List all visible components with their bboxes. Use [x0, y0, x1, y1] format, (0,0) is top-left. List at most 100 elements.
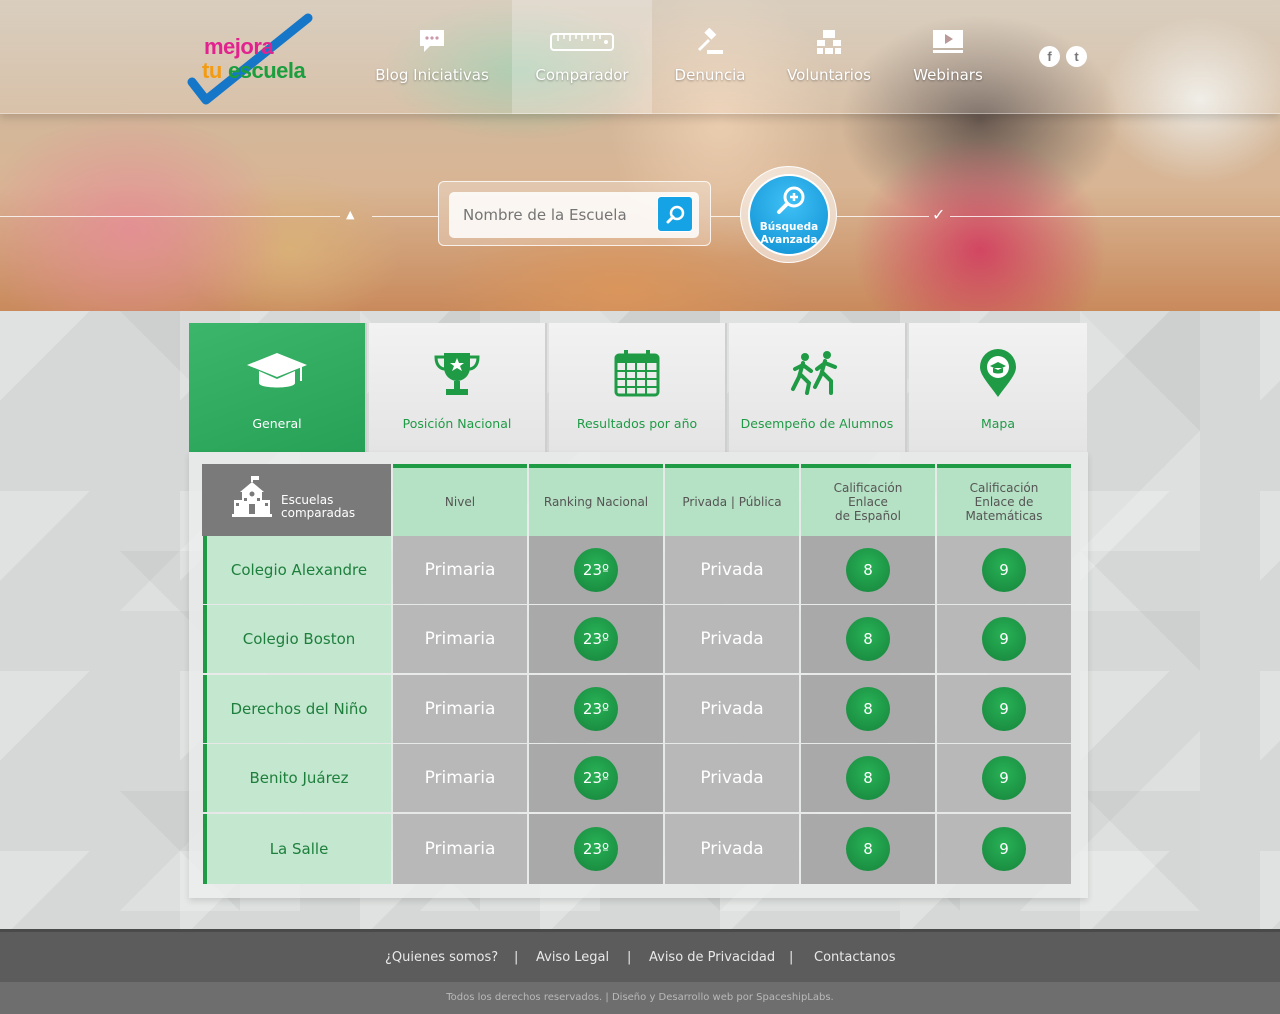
nav-comparador[interactable]: Comparador	[512, 0, 652, 114]
school-name[interactable]: La Salle	[203, 814, 391, 884]
cell-ranking: 23º	[529, 536, 663, 604]
divider-right-short	[837, 216, 929, 217]
trophy-icon	[432, 349, 482, 403]
score-badge: 8	[846, 617, 890, 661]
site-logo[interactable]: mejora tu escuela	[186, 12, 316, 106]
footer-link-quienes-somos[interactable]: ¿Quienes somos?	[385, 950, 498, 965]
cell-espanol: 8	[801, 744, 935, 812]
nav-blog-iniciativas[interactable]: Blog Iniciativas	[352, 0, 512, 114]
school-name[interactable]: Derechos del Niño	[203, 675, 391, 743]
tab-label: Desempeño de Alumnos	[740, 416, 894, 431]
footer-link-aviso-privacidad[interactable]: Aviso de Privacidad	[649, 950, 775, 965]
cell-nivel: Primaria	[393, 605, 527, 673]
tab-general[interactable]: General	[189, 323, 367, 452]
tab-label: Resultados por año	[576, 416, 698, 431]
tab-desempeno-alumnos[interactable]: Desempeño de Alumnos	[729, 323, 907, 452]
video-icon	[932, 28, 964, 60]
footer-nav: ¿Quienes somos? | Aviso Legal | Aviso de…	[0, 929, 1280, 982]
cell-matematicas: 9	[937, 814, 1071, 884]
score-badge: 23º	[574, 756, 618, 800]
running-people-icon	[789, 349, 845, 401]
search-button[interactable]	[657, 196, 693, 232]
corner-label-line2: comparadas	[281, 506, 356, 520]
cell-tipo: Privada	[665, 675, 799, 743]
graduation-cap-icon: ▲	[346, 208, 355, 221]
comparison-panel: Escuelas comparadas Nivel Ranking Nacion…	[189, 452, 1088, 898]
nav-webinars[interactable]: Webinars	[890, 0, 1006, 114]
cell-nivel: Primaria	[393, 536, 527, 604]
column-header-matematicas: Calificación Enlace de Matemáticas	[937, 464, 1071, 536]
score-badge: 23º	[574, 617, 618, 661]
copyright-text: Todos los derechos reservados. | Diseño …	[0, 982, 1280, 1014]
score-badge: 23º	[574, 548, 618, 592]
cell-tipo: Privada	[665, 536, 799, 604]
check-icon: ✓	[932, 205, 946, 224]
nav-label: Webinars	[913, 66, 983, 84]
search-icon	[666, 205, 685, 224]
twitter-icon[interactable]: t	[1066, 46, 1087, 67]
score-badge: 23º	[574, 687, 618, 731]
nav-label: Voluntarios	[787, 66, 871, 84]
cell-ranking: 23º	[529, 675, 663, 743]
advanced-search-button[interactable]: Búsqueda Avanzada	[748, 174, 830, 256]
tab-label: Posición Nacional	[402, 416, 512, 431]
school-name[interactable]: Colegio Alexandre	[203, 536, 391, 604]
score-badge: 9	[982, 827, 1026, 871]
nav-label: Comparador	[535, 66, 629, 84]
footer-link-contactanos[interactable]: Contactanos	[814, 950, 896, 965]
cell-tipo: Privada	[665, 814, 799, 884]
chat-bubble-icon	[418, 28, 446, 58]
score-badge: 8	[846, 756, 890, 800]
ruler-icon	[550, 32, 614, 56]
school-building-icon	[232, 476, 272, 517]
tab-posicion-nacional[interactable]: Posición Nacional	[369, 323, 547, 452]
cell-espanol: 8	[801, 675, 935, 743]
cell-tipo: Privada	[665, 744, 799, 812]
hero-banner: mejora tu escuela Blog Iniciativas Compa…	[0, 0, 1280, 311]
nav-label: Denuncia	[674, 66, 746, 84]
advanced-label-line1: Búsqueda	[759, 221, 819, 233]
search-box	[438, 181, 711, 246]
schools-compared-label: Escuelas comparadas	[281, 494, 355, 520]
cell-nivel: Primaria	[393, 814, 527, 884]
section-tabs: General Posición Nacional Resultados por…	[189, 323, 1088, 452]
main-content: General Posición Nacional Resultados por…	[0, 311, 1280, 929]
score-badge: 9	[982, 687, 1026, 731]
advanced-label-line2: Avanzada	[760, 234, 818, 246]
calendar-icon	[614, 349, 660, 401]
divider-mid	[711, 216, 740, 217]
group-icon	[815, 28, 843, 60]
school-name[interactable]: Colegio Boston	[203, 605, 391, 673]
cell-nivel: Primaria	[393, 744, 527, 812]
cell-espanol: 8	[801, 536, 935, 604]
nav-label: Blog Iniciativas	[375, 66, 489, 84]
advanced-search-ring: Búsqueda Avanzada	[740, 166, 837, 263]
logo-text-escuela: escuela	[228, 58, 306, 83]
footer-separator: |	[789, 950, 794, 965]
nav-voluntarios[interactable]: Voluntarios	[768, 0, 890, 114]
schools-compared-header: Escuelas comparadas	[202, 464, 391, 548]
footer-link-aviso-legal[interactable]: Aviso Legal	[536, 950, 609, 965]
nav-denuncia[interactable]: Denuncia	[652, 0, 768, 114]
column-header-tipo: Privada | Pública	[665, 464, 799, 536]
cell-tipo: Privada	[665, 605, 799, 673]
score-badge: 8	[846, 687, 890, 731]
cell-ranking: 23º	[529, 744, 663, 812]
cell-matematicas: 9	[937, 744, 1071, 812]
tab-mapa[interactable]: Mapa	[909, 323, 1087, 452]
cell-matematicas: 9	[937, 605, 1071, 673]
facebook-icon[interactable]: f	[1039, 46, 1060, 67]
school-name[interactable]: Benito Juárez	[203, 744, 391, 812]
column-header-nivel: Nivel	[393, 464, 527, 536]
cell-espanol: 8	[801, 814, 935, 884]
cell-espanol: 8	[801, 605, 935, 673]
score-badge: 23º	[574, 827, 618, 871]
score-badge: 9	[982, 617, 1026, 661]
footer-separator: |	[627, 950, 632, 965]
cell-nivel: Primaria	[393, 675, 527, 743]
footer-separator: |	[514, 950, 519, 965]
tab-resultados-por-ano[interactable]: Resultados por año	[549, 323, 727, 452]
logo-text-tu: tu	[202, 58, 222, 83]
divider-left-short	[372, 216, 438, 217]
gavel-icon	[695, 27, 725, 60]
